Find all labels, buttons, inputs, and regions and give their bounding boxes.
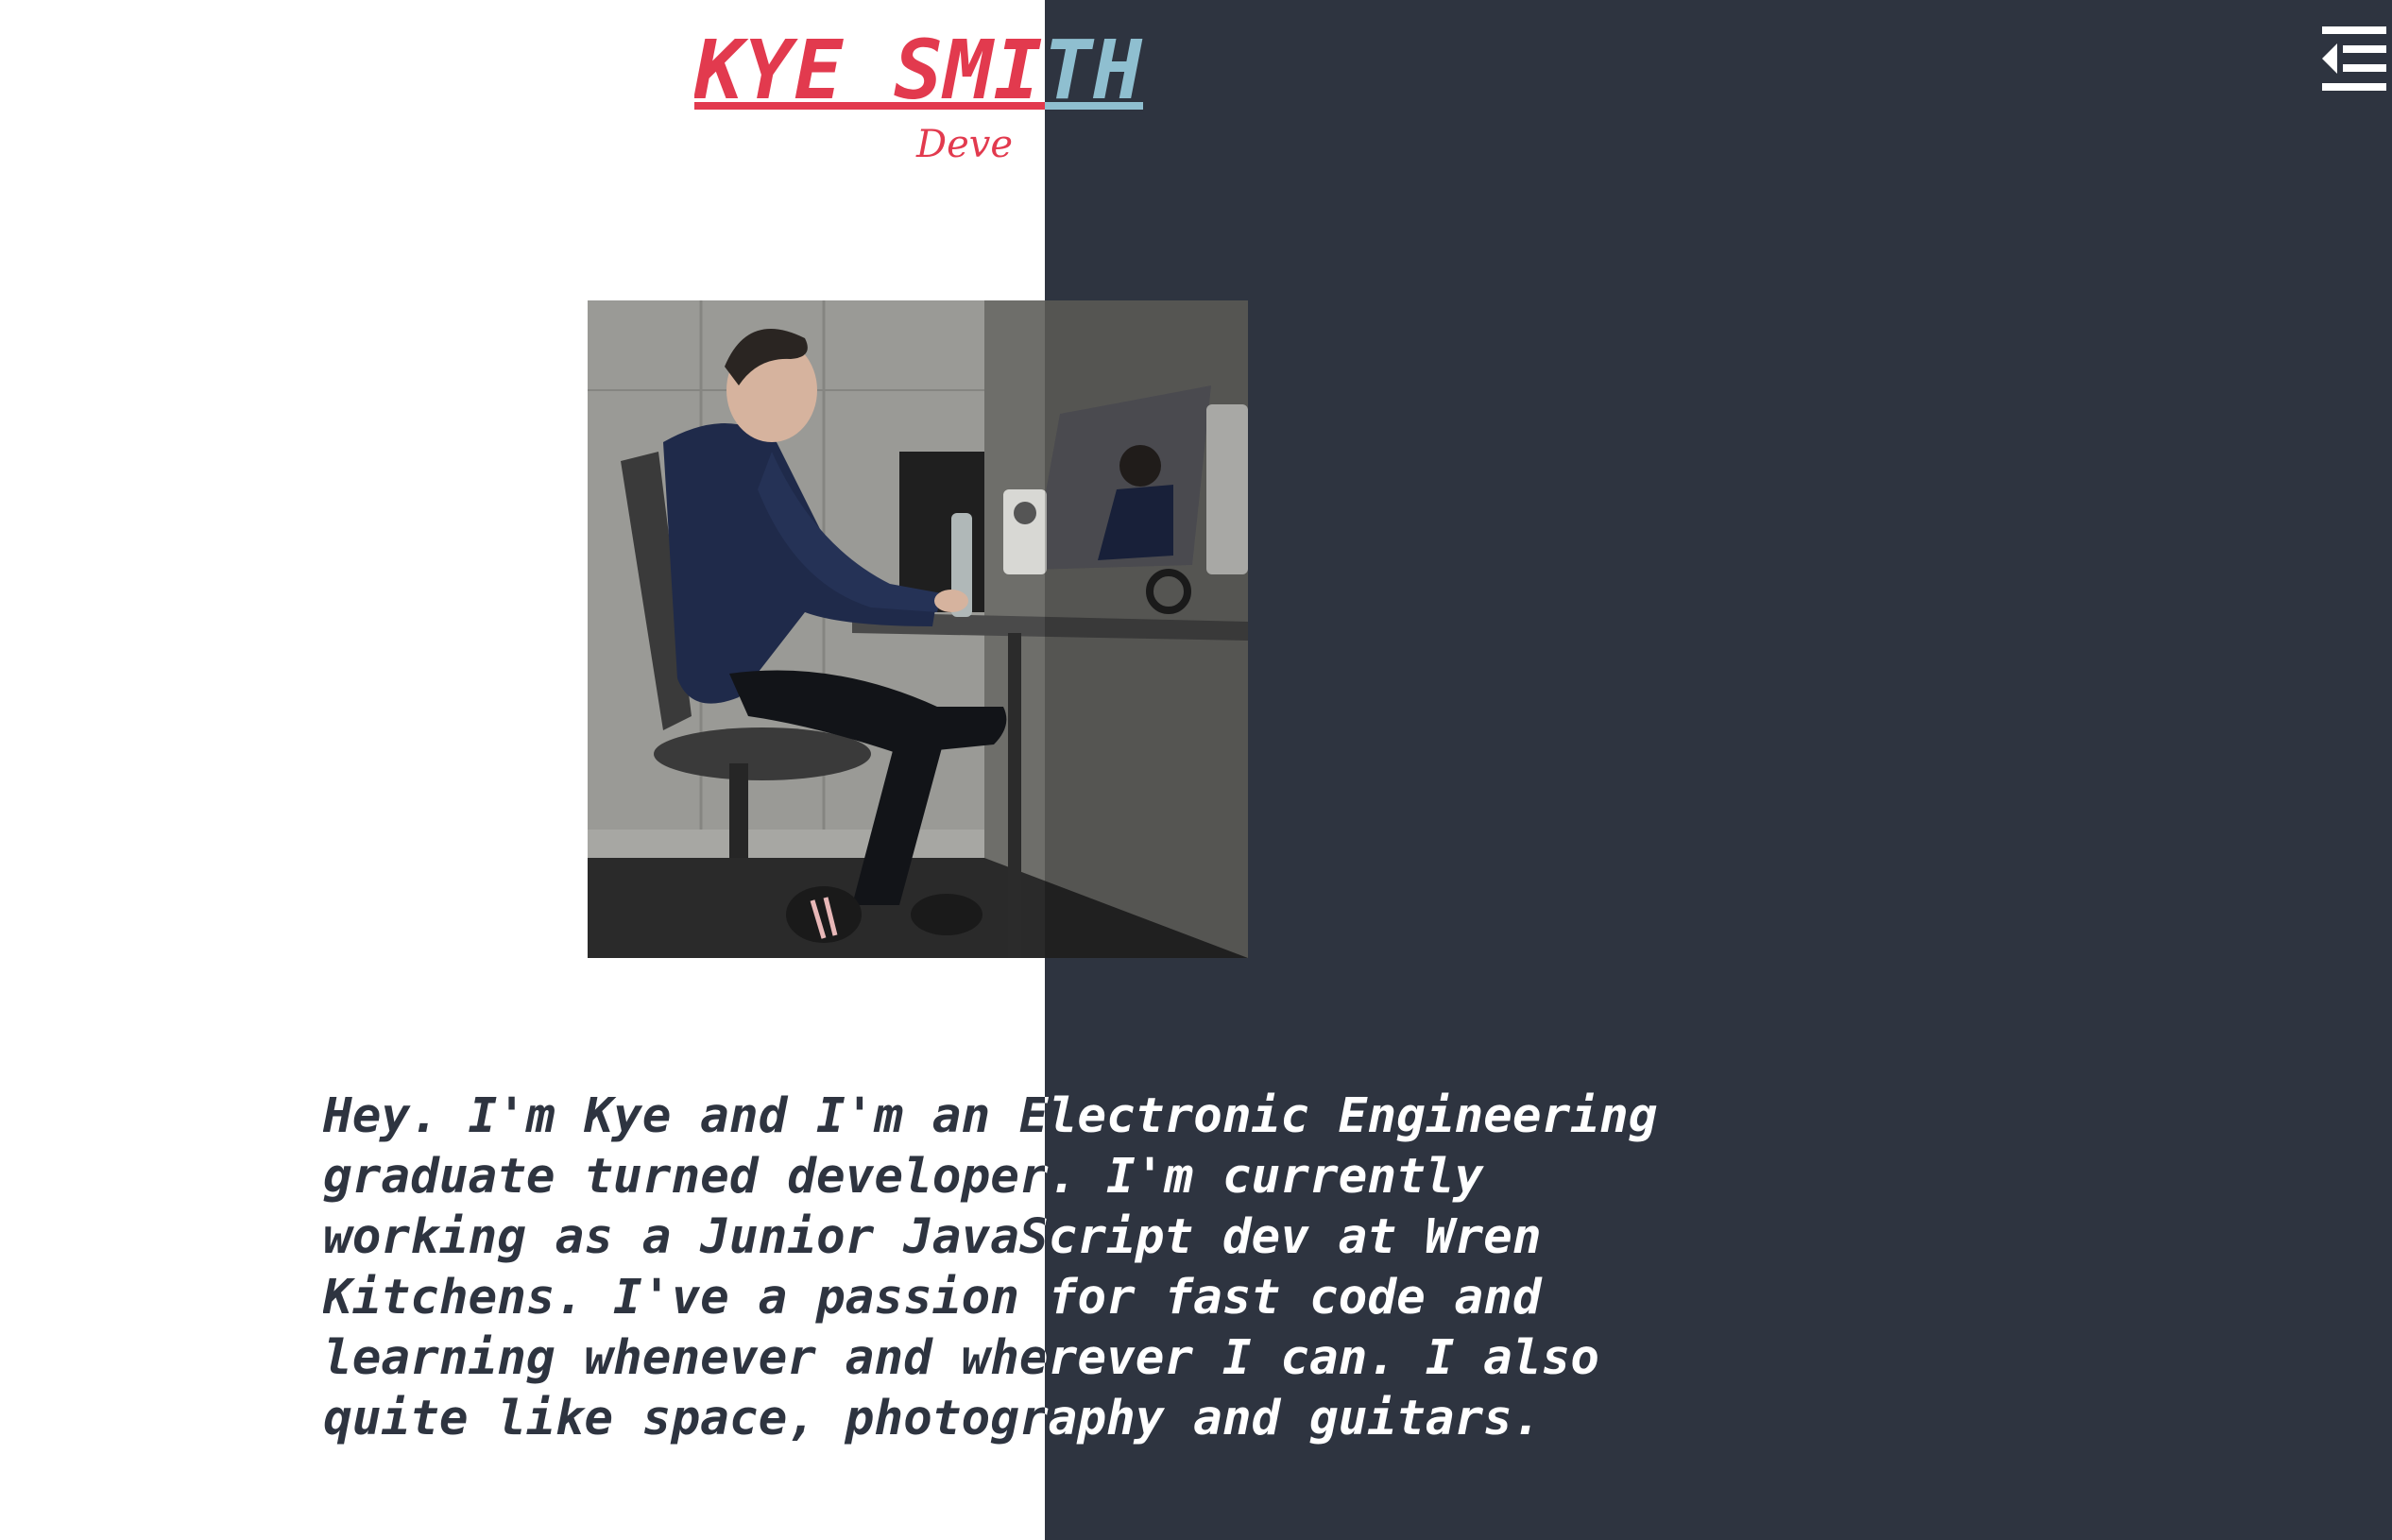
profile-photo xyxy=(588,300,1248,958)
menu-toggle-button[interactable] xyxy=(2322,26,2386,93)
typed-tagline: Deve xyxy=(916,123,1014,166)
menu-collapse-icon xyxy=(2322,26,2386,91)
